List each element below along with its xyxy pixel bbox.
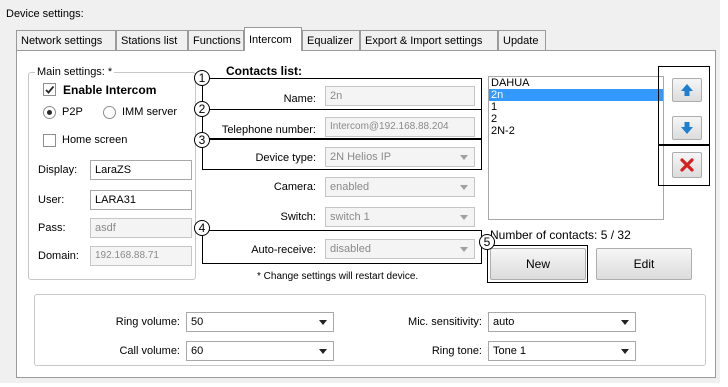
mic-sensitivity-value: auto [493, 316, 515, 328]
camera-select[interactable]: enabled [325, 177, 475, 197]
callout-box-delete [658, 144, 710, 186]
chevron-down-icon [460, 185, 468, 190]
enable-intercom-label: Enable Intercom [63, 83, 157, 97]
switch-value: switch 1 [330, 211, 370, 223]
domain-label: Domain: [38, 250, 79, 262]
checkmark-icon [45, 85, 55, 94]
display-label: Display: [38, 164, 78, 176]
ring-tone-label: Ring tone: [431, 345, 482, 357]
pass-label: Pass: [38, 222, 66, 234]
tab-network-settings[interactable]: Network settings [16, 30, 116, 50]
camera-value: enabled [330, 181, 370, 193]
callout-box-2 [202, 109, 482, 139]
home-screen-label: Home screen [62, 134, 128, 146]
tab-stations-list[interactable]: Stations list [116, 30, 188, 50]
chevron-down-icon [460, 215, 468, 220]
imm-server-label: IMM server [122, 106, 177, 118]
list-item[interactable]: DAHUA [489, 77, 663, 89]
call-volume-value: 60 [191, 345, 204, 357]
chevron-down-icon [621, 349, 629, 354]
user-label: User: [38, 194, 65, 206]
chevron-down-icon [319, 349, 327, 354]
callout-number-2: 2 [194, 101, 210, 117]
imm-server-radio[interactable] [103, 106, 116, 119]
ring-volume-label: Ring volume: [115, 316, 180, 328]
pass-input[interactable]: asdf [90, 218, 192, 238]
contacts-listbox[interactable]: DAHUA 2n 1 2 2N-2 [488, 76, 664, 220]
list-item[interactable]: 2n [489, 89, 663, 101]
ring-tone-select[interactable]: Tone 1 [488, 341, 636, 361]
home-screen-checkbox[interactable] [43, 134, 56, 147]
list-item[interactable]: 2 [489, 113, 663, 125]
callout-box-3 [202, 139, 482, 170]
callout-box-4 [202, 230, 482, 264]
list-item[interactable]: 2N-2 [489, 125, 663, 137]
device-settings-panel: Device settings: Network settings Statio… [0, 0, 720, 383]
contacts-list-title: Contacts list: [226, 64, 303, 78]
tab-update[interactable]: Update [498, 30, 546, 50]
domain-input[interactable]: 192.168.88.71 [90, 246, 192, 266]
callout-box-1 [202, 78, 482, 110]
callout-number-4: 4 [194, 220, 210, 236]
window-title: Device settings: [6, 8, 84, 20]
edit-contact-button[interactable]: Edit [596, 248, 692, 280]
chevron-down-icon [621, 320, 629, 325]
tab-export-import[interactable]: Export & Import settings [360, 30, 498, 50]
callout-number-1: 1 [194, 70, 210, 86]
switch-label: Switch: [280, 211, 316, 223]
camera-label: Camera: [273, 181, 316, 193]
p2p-label: P2P [62, 106, 83, 118]
callout-number-3: 3 [194, 132, 210, 148]
tab-equalizer[interactable]: Equalizer [302, 30, 360, 50]
display-input[interactable]: LaraZS [90, 160, 192, 180]
main-settings-title: Main settings: * [37, 66, 113, 78]
callout-box-move [658, 66, 710, 146]
contacts-count: Number of contacts: 5 / 32 [490, 228, 631, 242]
mic-sensitivity-select[interactable]: auto [488, 312, 636, 332]
chevron-down-icon [319, 320, 327, 325]
callout-number-5: 5 [479, 234, 495, 250]
user-input[interactable]: LARA31 [90, 190, 192, 210]
switch-select[interactable]: switch 1 [325, 207, 475, 227]
ring-volume-select[interactable]: 50 [186, 312, 334, 332]
mic-sensitivity-label: Mic. sensitivity: [408, 316, 482, 328]
call-volume-select[interactable]: 60 [186, 341, 334, 361]
tab-functions[interactable]: Functions [188, 30, 244, 50]
p2p-radio[interactable] [43, 106, 56, 119]
call-volume-label: Call volume: [119, 345, 180, 357]
enable-intercom-checkbox[interactable] [43, 83, 56, 96]
callout-box-5 [487, 245, 588, 283]
restart-note: * Change settings will restart device. [257, 271, 419, 282]
ring-tone-value: Tone 1 [493, 345, 527, 357]
tab-intercom[interactable]: Intercom [244, 27, 302, 51]
list-item[interactable]: 1 [489, 101, 663, 113]
ring-volume-value: 50 [191, 316, 204, 328]
